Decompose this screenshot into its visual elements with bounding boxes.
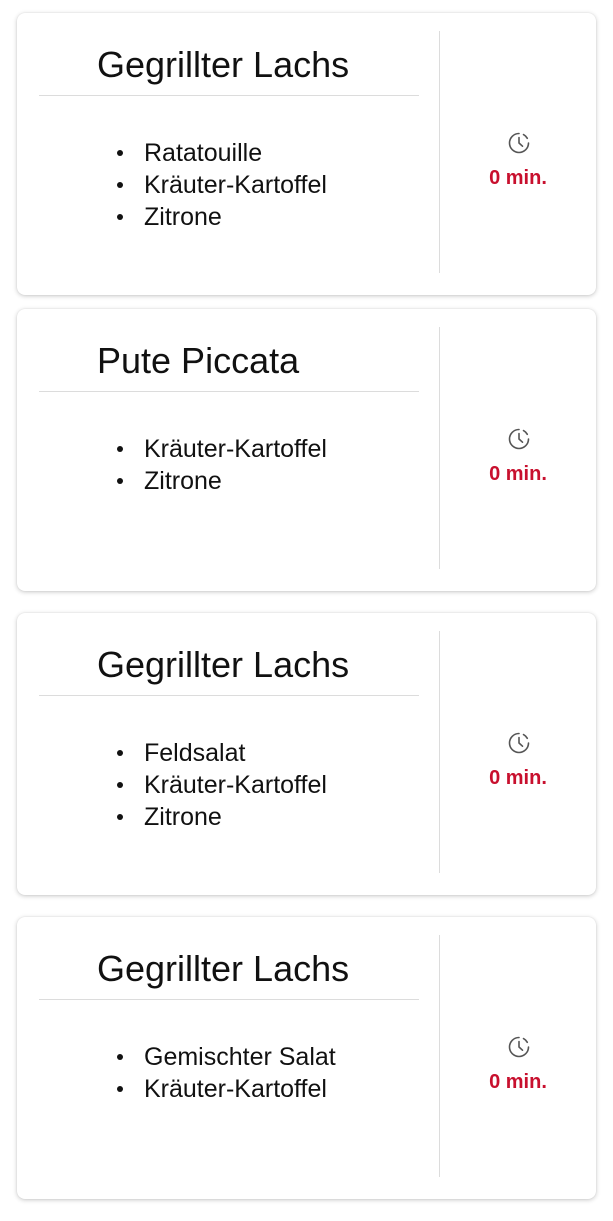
order-title: Pute Piccata xyxy=(97,340,300,381)
bullet xyxy=(117,1054,123,1060)
order-card-main: Gegrillter Lachs Feldsalat Kräuter-Kartof… xyxy=(17,613,439,895)
title-divider xyxy=(39,391,419,392)
side-dish-list: Feldsalat Kräuter-Kartoffel Zitrone xyxy=(109,737,327,833)
clock-icon xyxy=(507,427,531,451)
order-title: Gegrillter Lachs xyxy=(97,644,350,685)
order-card-list: Gegrillter Lachs Ratatouille Kräuter-Kart… xyxy=(0,0,613,1221)
bullet xyxy=(117,814,123,820)
order-card-2[interactable]: Pute Piccata Kräuter-Kartoffel Zitrone 0 … xyxy=(17,309,596,591)
order-title: Gegrillter Lachs xyxy=(97,948,350,989)
order-card-3[interactable]: Gegrillter Lachs Feldsalat Kräuter-Kartof… xyxy=(17,613,596,895)
title-divider xyxy=(39,95,419,96)
side-dish-list: Gemischter Salat Kräuter-Kartoffel xyxy=(109,1041,336,1105)
side-dish-item: Zitrone xyxy=(109,801,327,833)
title-divider xyxy=(39,999,419,1000)
clock-icon xyxy=(507,131,531,155)
order-timer: 0 min. xyxy=(440,13,596,295)
order-timer: 0 min. xyxy=(440,917,596,1199)
bullet xyxy=(117,446,123,452)
side-dish-label: Kräuter-Kartoffel xyxy=(144,1075,327,1103)
order-duration: 0 min. xyxy=(489,767,547,789)
order-duration: 0 min. xyxy=(489,167,547,189)
side-dish-label: Gemischter Salat xyxy=(144,1043,336,1071)
side-dish-label: Feldsalat xyxy=(144,739,246,767)
side-dish-item: Gemischter Salat xyxy=(109,1041,336,1073)
order-duration: 0 min. xyxy=(489,463,547,485)
side-dish-list: Kräuter-Kartoffel Zitrone xyxy=(109,433,327,497)
side-dish-label: Zitrone xyxy=(144,803,222,831)
order-timer: 0 min. xyxy=(440,309,596,591)
order-card-main: Gegrillter Lachs Gemischter Salat Kräuter… xyxy=(17,917,439,1199)
title-divider xyxy=(39,695,419,696)
bullet xyxy=(117,750,123,756)
side-dish-list: Ratatouille Kräuter-Kartoffel Zitrone xyxy=(109,137,327,233)
side-dish-label: Zitrone xyxy=(144,467,222,495)
order-duration: 0 min. xyxy=(489,1071,547,1093)
side-dish-label: Kräuter-Kartoffel xyxy=(144,435,327,463)
side-dish-item: Feldsalat xyxy=(109,737,327,769)
order-card-main: Pute Piccata Kräuter-Kartoffel Zitrone xyxy=(17,309,439,591)
order-card-4[interactable]: Gegrillter Lachs Gemischter Salat Kräuter… xyxy=(17,917,596,1199)
side-dish-item: Zitrone xyxy=(109,465,327,497)
side-dish-label: Kräuter-Kartoffel xyxy=(144,771,327,799)
order-title: Gegrillter Lachs xyxy=(97,44,350,85)
order-card-1[interactable]: Gegrillter Lachs Ratatouille Kräuter-Kart… xyxy=(17,13,596,295)
side-dish-item: Zitrone xyxy=(109,201,327,233)
clock-icon xyxy=(507,1035,531,1059)
bullet xyxy=(117,478,123,484)
order-card-main: Gegrillter Lachs Ratatouille Kräuter-Kart… xyxy=(17,13,439,295)
bullet xyxy=(117,782,123,788)
side-dish-item: Ratatouille xyxy=(109,137,327,169)
side-dish-label: Kräuter-Kartoffel xyxy=(144,171,327,199)
bullet xyxy=(117,1086,123,1092)
side-dish-item: Kräuter-Kartoffel xyxy=(109,433,327,465)
bullet xyxy=(117,150,123,156)
side-dish-item: Kräuter-Kartoffel xyxy=(109,1073,336,1105)
side-dish-label: Ratatouille xyxy=(144,139,263,167)
bullet xyxy=(117,182,123,188)
bullet xyxy=(117,214,123,220)
clock-icon xyxy=(507,731,531,755)
side-dish-label: Zitrone xyxy=(144,203,222,231)
side-dish-item: Kräuter-Kartoffel xyxy=(109,169,327,201)
side-dish-item: Kräuter-Kartoffel xyxy=(109,769,327,801)
order-timer: 0 min. xyxy=(440,613,596,895)
